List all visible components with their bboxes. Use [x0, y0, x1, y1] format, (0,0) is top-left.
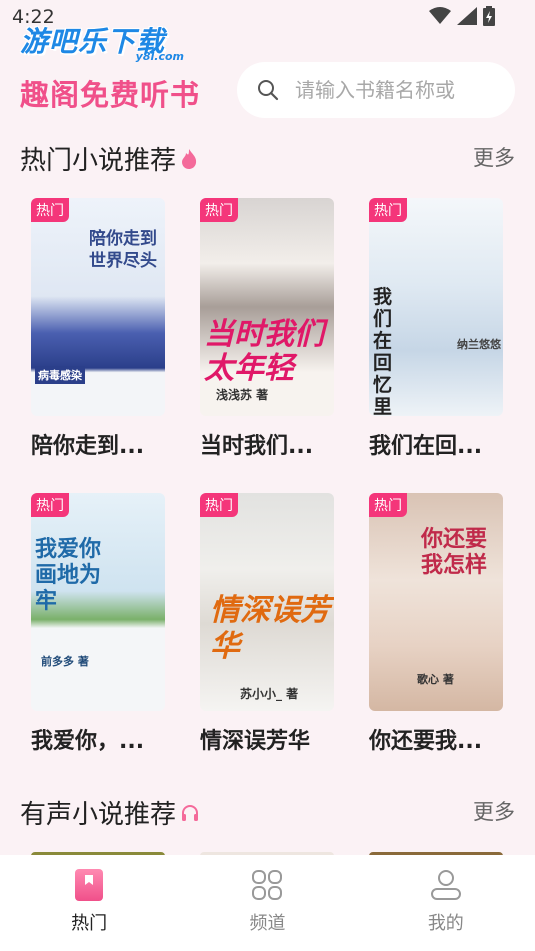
- hot-badge: 热门: [200, 198, 238, 222]
- bottom-nav: 热门 频道 我的: [0, 855, 535, 951]
- book-card[interactable]: 我们在回忆里相忘 纳兰悠悠 热门 我们在回...: [369, 198, 503, 460]
- book-cover[interactable]: 陪你走到世界尽头 病毒感染 热门: [31, 198, 165, 416]
- nav-item-mine[interactable]: 我的: [357, 855, 535, 951]
- cover-subtitle: 病毒感染: [35, 366, 85, 384]
- search-bar[interactable]: [237, 62, 515, 118]
- hot-section-title: 热门小说推荐: [20, 140, 198, 177]
- book-cover[interactable]: 我们在回忆里相忘 纳兰悠悠 热门: [369, 198, 503, 416]
- bookmark-icon: [75, 869, 104, 901]
- audio-section-title: 有声小说推荐: [20, 794, 200, 831]
- cover-subtitle: 苏小小_ 著: [240, 687, 299, 701]
- hot-section-header: 热门小说推荐 更多: [20, 140, 515, 180]
- book-cover[interactable]: 我爱你画地为牢 前多多 著 热门: [31, 493, 165, 711]
- book-cover[interactable]: 当时我们太年轻 浅浅苏 著 热门: [200, 198, 334, 416]
- hot-badge: 热门: [31, 493, 69, 517]
- book-card[interactable]: 陪你走到世界尽头 病毒感染 热门 陪你走到...: [31, 198, 165, 460]
- search-icon: [258, 80, 279, 101]
- book-title: 我爱你，...: [31, 729, 145, 754]
- book-title: 情深误芳华: [200, 729, 311, 754]
- cover-subtitle: 浅浅苏 著: [216, 388, 269, 402]
- nav-item-channel[interactable]: 频道: [178, 855, 356, 951]
- nav-label-channel: 频道: [249, 913, 286, 934]
- book-title: 陪你走到...: [31, 434, 145, 459]
- book-card[interactable]: 我爱你画地为牢 前多多 著 热门 我爱你，...: [31, 493, 165, 755]
- search-input[interactable]: [295, 78, 485, 102]
- wifi-icon: [429, 7, 451, 24]
- cover-title: 情深误芳华: [210, 593, 330, 664]
- cover-title: 我们在回忆里相忘: [373, 286, 393, 416]
- book-title: 我们在回...: [369, 434, 483, 459]
- book-card[interactable]: 当时我们太年轻 浅浅苏 著 热门 当时我们...: [200, 198, 334, 460]
- cover-title: 当时我们太年轻: [204, 317, 324, 386]
- cover-title: 你还要我怎样: [421, 527, 488, 578]
- hot-badge: 热门: [369, 198, 407, 222]
- app-screen: 4:22 游吧乐下载 y8l.com 趣阁免费听书 请输入书籍名称或 热门小说推…: [0, 0, 535, 951]
- watermark-sub: y8l.com: [135, 50, 184, 63]
- book-title: 你还要我...: [369, 729, 483, 754]
- cover-subtitle: 纳兰悠悠: [457, 338, 501, 351]
- hot-section-title-text: 热门小说推荐: [20, 146, 177, 176]
- audio-more-link[interactable]: 更多: [473, 796, 515, 826]
- book-card[interactable]: 情深误芳华 苏小小_ 著 热门 情深误芳华: [200, 493, 334, 755]
- cover-title: 陪你走到世界尽头: [89, 229, 157, 271]
- headphones-icon: [182, 804, 199, 821]
- cover-title: 我爱你画地为牢: [35, 537, 102, 614]
- cover-subtitle: 前多多 著: [41, 655, 89, 668]
- nav-item-hot[interactable]: 热门: [0, 855, 178, 951]
- app-title: 趣阁免费听书: [20, 78, 201, 112]
- book-cover[interactable]: 情深误芳华 苏小小_ 著 热门: [200, 493, 334, 711]
- book-card[interactable]: 你还要我怎样 歌心 著 热门 你还要我...: [369, 493, 503, 755]
- flame-icon: [182, 148, 197, 169]
- grid-icon: [252, 870, 283, 900]
- signal-icon: [457, 7, 477, 25]
- audio-section-header: 有声小说推荐 更多: [20, 794, 515, 834]
- status-icons: [429, 6, 495, 26]
- battery-icon: [483, 6, 495, 26]
- nav-label-mine: 我的: [427, 913, 464, 934]
- book-title: 当时我们...: [200, 434, 314, 459]
- nav-label-hot: 热门: [71, 913, 108, 934]
- hot-more-link[interactable]: 更多: [473, 142, 515, 172]
- book-cover[interactable]: 你还要我怎样 歌心 著 热门: [369, 493, 503, 711]
- watermark-logo: 游吧乐下载 y8l.com: [20, 20, 190, 68]
- hot-badge: 热门: [369, 493, 407, 517]
- hot-badge: 热门: [31, 198, 69, 222]
- audio-section-title-text: 有声小说推荐: [20, 800, 177, 830]
- hot-badge: 热门: [200, 493, 238, 517]
- person-icon: [430, 870, 461, 900]
- cover-subtitle: 歌心 著: [417, 673, 454, 686]
